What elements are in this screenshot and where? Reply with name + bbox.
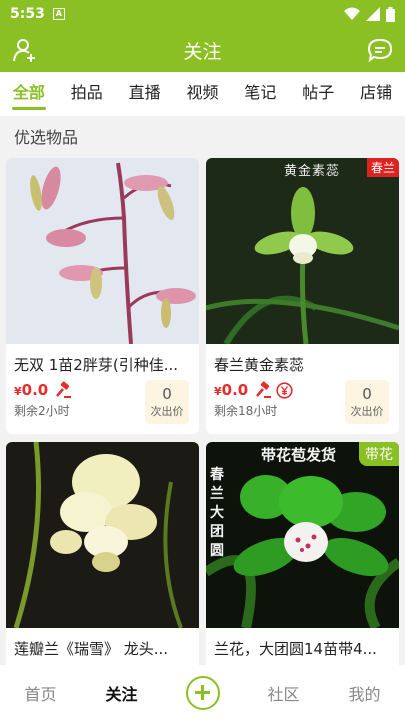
item-image[interactable]: 黄金素蕊 春兰 — [206, 158, 399, 344]
item-name: 兰花，大团圆14苗带4... — [214, 640, 377, 658]
item-name: 莲瓣兰《瑞雪》 龙头... — [14, 640, 169, 658]
yuan-circle-icon — [276, 381, 293, 399]
image-caption: 带花苞发货 — [261, 446, 337, 464]
image-caption: 黄金素蕊 — [284, 164, 341, 179]
bid-count: 0 — [362, 385, 372, 403]
tab-video[interactable]: 视频 — [174, 72, 232, 116]
tab-notes[interactable]: 笔记 — [231, 72, 289, 116]
item-name: 无双 1苗2胖芽(引种佳... — [14, 356, 179, 374]
image-side-caption: 春兰 大团圆 — [210, 467, 224, 559]
tab-shops[interactable]: 店铺 — [347, 72, 405, 116]
auction-hammer-icon — [256, 381, 272, 398]
add-user-icon[interactable] — [12, 37, 38, 63]
auction-hammer-icon — [56, 381, 72, 398]
item-price: ¥0.0 — [214, 381, 249, 399]
item-card[interactable]: 带花苞发货 春兰 大团圆 带花 兰花，大团圆14苗带4... — [206, 442, 399, 678]
wifi-icon — [344, 7, 360, 20]
item-grid: 无双 1苗2胖芽(引种佳... ¥0.0 剩余2小时 0 次出价 黄金素蕊 春兰… — [6, 158, 400, 678]
section-title: 优选物品 — [14, 128, 79, 147]
bid-label: 次出价 — [150, 405, 184, 418]
page-title: 关注 — [183, 40, 222, 63]
item-name: 春兰黄金素蕊 — [214, 356, 305, 374]
nav-community[interactable]: 社区 — [243, 681, 324, 705]
bid-count-box: 0 次出价 — [345, 380, 389, 424]
item-image[interactable] — [6, 442, 199, 628]
bid-count-box: 0 次出价 — [145, 380, 189, 424]
item-price: ¥0.0 — [14, 381, 49, 399]
tab-auction-items[interactable]: 拍品 — [58, 72, 116, 116]
nav-add[interactable] — [162, 675, 243, 710]
app-bar: 关注 — [0, 28, 405, 72]
battery-icon — [386, 6, 395, 22]
item-image[interactable]: 带花苞发货 春兰 大团圆 带花 — [206, 442, 399, 628]
category-tabs: 全部 拍品 直播 视频 笔记 帖子 店铺 — [0, 72, 405, 116]
nav-me[interactable]: 我的 — [324, 681, 405, 705]
tab-all[interactable]: 全部 — [0, 72, 58, 116]
status-time: 5:53 — [10, 6, 45, 22]
add-circle-icon[interactable] — [185, 675, 220, 710]
item-card[interactable]: 无双 1苗2胖芽(引种佳... ¥0.0 剩余2小时 0 次出价 — [6, 158, 199, 434]
item-image[interactable] — [6, 158, 199, 344]
nav-follow[interactable]: 关注 — [81, 681, 162, 705]
item-tag: 春兰 — [366, 158, 399, 177]
nav-home[interactable]: 首页 — [0, 681, 81, 705]
bid-label: 次出价 — [350, 405, 384, 418]
tab-live[interactable]: 直播 — [116, 72, 174, 116]
notification-icon: A — [52, 8, 65, 20]
item-card[interactable]: 黄金素蕊 春兰 春兰黄金素蕊 ¥0.0 剩余18小时 0 次出价 — [206, 158, 399, 434]
tab-posts[interactable]: 帖子 — [289, 72, 347, 116]
message-icon[interactable] — [367, 37, 393, 63]
signal-icon — [366, 7, 380, 21]
bottom-nav: 首页 关注 社区 我的 — [0, 665, 405, 720]
item-tag: 带花 — [359, 442, 399, 466]
status-bar: 5:53 A — [0, 0, 405, 28]
item-card[interactable]: 莲瓣兰《瑞雪》 龙头... — [6, 442, 199, 678]
bid-count: 0 — [162, 385, 172, 403]
